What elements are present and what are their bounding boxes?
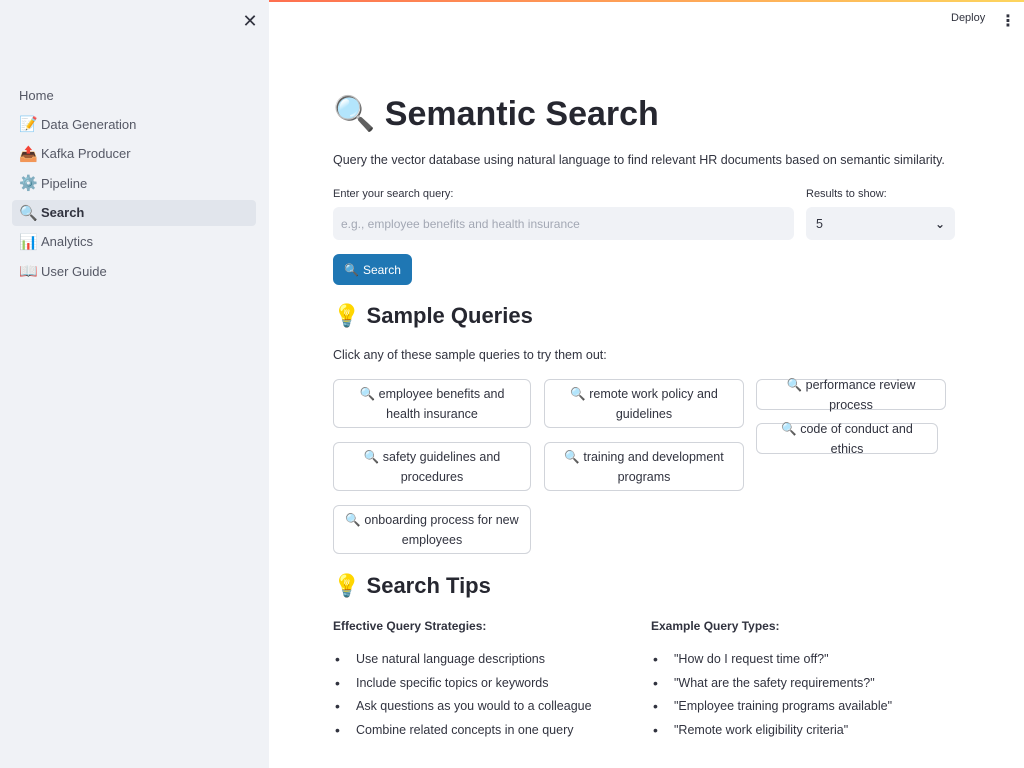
- sidebar-item-kafka-producer[interactable]: 📤 Kafka Producer: [12, 141, 256, 167]
- sample-queries-subtext: Click any of these sample queries to try…: [333, 348, 607, 362]
- open-book-icon: 📖: [19, 263, 38, 281]
- sample-query-label: onboarding process for new employees: [364, 512, 519, 547]
- light-bulb-icon: 💡: [333, 303, 361, 328]
- sidebar-item-label: Search: [41, 205, 85, 221]
- list-item: Combine related concepts in one query: [333, 719, 592, 743]
- sidebar-item-label: Analytics: [41, 234, 94, 250]
- light-bulb-icon: 💡: [333, 573, 361, 598]
- magnifier-icon: 🔍: [786, 377, 803, 392]
- results-count-select[interactable]: 5 ⌄: [806, 207, 955, 240]
- search-query-label: Enter your search query:: [333, 188, 454, 200]
- sample-query-button[interactable]: 🔍 employee benefits and health insurance: [333, 379, 531, 428]
- sidebar-item-analytics[interactable]: 📊 Analytics: [12, 229, 256, 255]
- search-tips-heading: 💡 Search Tips: [333, 573, 491, 599]
- sidebar-item-label: Home: [19, 87, 54, 103]
- query-types-title: Example Query Types:: [651, 619, 780, 633]
- page-title-text: Semantic Search: [384, 95, 659, 133]
- gear-icon: ⚙️: [19, 175, 38, 193]
- query-types-list: "How do I request time off?" "What are t…: [651, 648, 892, 742]
- sample-query-label: safety guidelines and procedures: [382, 449, 501, 484]
- chevron-down-icon: ⌄: [934, 216, 945, 231]
- list-item: "Employee training programs available": [651, 695, 892, 719]
- list-item: Use natural language descriptions: [333, 648, 592, 672]
- magnifier-icon: 🔍: [359, 386, 376, 401]
- results-count-label: Results to show:: [806, 188, 887, 200]
- sample-query-button[interactable]: 🔍 performance review process: [756, 377, 946, 412]
- search-button-label: Search: [362, 262, 401, 277]
- sample-query-label: training and development programs: [583, 449, 724, 484]
- sidebar-item-label: Kafka Producer: [41, 146, 131, 162]
- magnifier-icon: 🔍: [344, 262, 359, 277]
- sample-queries-heading: 💡 Sample Queries: [333, 303, 533, 329]
- sample-query-label: employee benefits and health insurance: [378, 386, 505, 421]
- sidebar-item-search[interactable]: 🔍 Search: [12, 199, 256, 226]
- sidebar-item-label: Pipeline: [41, 175, 88, 191]
- page-description: Query the vector database using natural …: [333, 153, 945, 167]
- sample-query-button[interactable]: 🔍 code of conduct and ethics: [756, 421, 938, 456]
- results-count-value: 5: [816, 216, 823, 231]
- list-item: Ask questions as you would to a colleagu…: [333, 695, 592, 719]
- magnifier-icon: 🔍: [363, 449, 380, 464]
- close-sidebar-icon[interactable]: ✕: [240, 11, 260, 31]
- sample-query-button[interactable]: 🔍 training and development programs: [544, 442, 744, 491]
- bar-chart-icon: 📊: [19, 233, 38, 251]
- search-query-input[interactable]: [333, 207, 794, 240]
- sample-queries-heading-text: Sample Queries: [366, 303, 533, 328]
- sidebar-item-label: User Guide: [41, 263, 107, 279]
- magnifier-icon: 🔍: [345, 512, 361, 527]
- list-item: "Remote work eligibility criteria": [651, 719, 892, 743]
- memo-icon: 📝: [19, 116, 38, 134]
- sidebar-item-pipeline[interactable]: ⚙️ Pipeline: [12, 170, 256, 196]
- sample-query-label: performance review process: [805, 377, 916, 412]
- list-item: Include specific topics or keywords: [333, 672, 592, 696]
- sample-query-label: code of conduct and ethics: [800, 421, 913, 456]
- sidebar-item-user-guide[interactable]: 📖 User Guide: [12, 258, 256, 284]
- sample-query-button[interactable]: 🔍 onboarding process for new employees: [333, 505, 531, 554]
- magnifier-icon: 🔍: [781, 421, 797, 436]
- search-tips-heading-text: Search Tips: [366, 573, 491, 598]
- sample-query-button[interactable]: 🔍 remote work policy and guidelines: [544, 379, 744, 428]
- magnifier-icon: 🔍: [570, 386, 586, 401]
- sidebar: ✕ Home 📝 Data Generation 📤 Kafka Produce…: [0, 0, 269, 768]
- deploy-button[interactable]: Deploy: [951, 12, 985, 24]
- sidebar-item-label: Data Generation: [41, 116, 137, 132]
- list-item: "How do I request time off?": [651, 648, 892, 672]
- magnifier-icon: 🔍: [564, 449, 580, 464]
- search-button[interactable]: 🔍 Search: [333, 254, 412, 285]
- query-strategies-title: Effective Query Strategies:: [333, 619, 487, 633]
- sidebar-nav: Home 📝 Data Generation 📤 Kafka Producer …: [12, 82, 256, 288]
- sample-query-label: remote work policy and guidelines: [589, 386, 718, 421]
- sidebar-item-home[interactable]: Home: [12, 82, 256, 108]
- sample-query-button[interactable]: 🔍 safety guidelines and procedures: [333, 442, 531, 491]
- page-title: 🔍 Semantic Search: [333, 94, 659, 134]
- main-menu-icon[interactable]: ⋮: [1000, 11, 1016, 31]
- query-strategies-list: Use natural language descriptions Includ…: [333, 648, 592, 742]
- list-item: "What are the safety requirements?": [651, 672, 892, 696]
- outbox-tray-icon: 📤: [19, 145, 38, 163]
- magnifier-icon: 🔍: [333, 95, 376, 133]
- magnifier-icon: 🔍: [19, 204, 38, 222]
- sidebar-item-data-generation[interactable]: 📝 Data Generation: [12, 111, 256, 137]
